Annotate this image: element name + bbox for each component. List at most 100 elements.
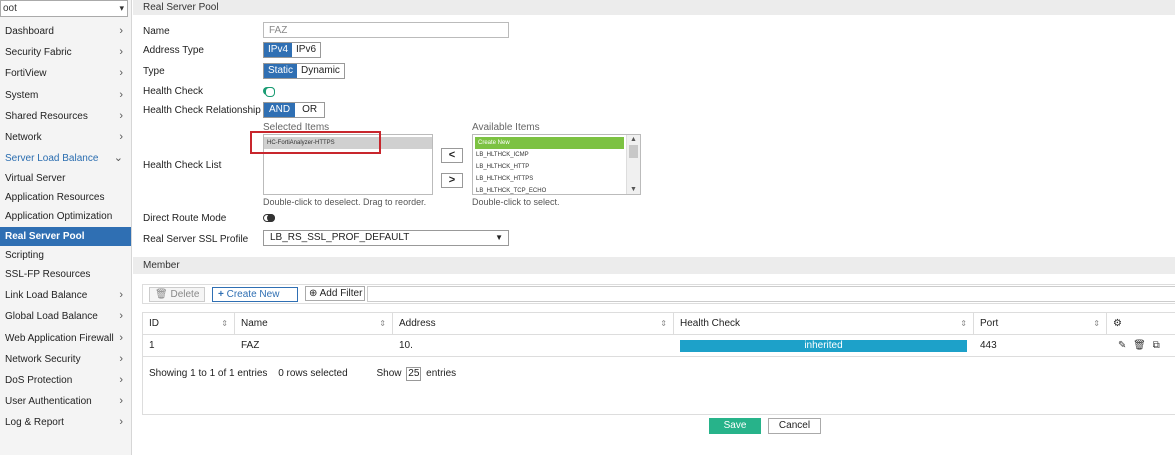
table-header: ID ⇕ Name ⇕ Address ⇕ Health Check ⇕ Port ⇕ ⚙ [143, 313, 1175, 335]
sidebar-item-network[interactable]: Network › [0, 127, 131, 148]
sidebar-item-label: DoS Protection [5, 375, 73, 386]
hc-relationship-or[interactable]: OR [295, 103, 324, 117]
cancel-button[interactable]: Cancel [768, 418, 821, 434]
delete-label: Delete [170, 289, 200, 300]
col-health-check-label: Health Check [680, 318, 741, 329]
sidebar-item-system[interactable]: System › [0, 85, 131, 106]
col-address-label: Address [399, 318, 436, 329]
add-filter-label: Add Filter [319, 288, 363, 299]
sidebar-item-real-server-pool[interactable]: Real Server Pool [0, 227, 131, 246]
scroll-up-icon[interactable]: ▲ [627, 135, 640, 144]
hc-relationship-and[interactable]: AND [264, 103, 296, 117]
sidebar-item-label: Network Security [5, 354, 81, 365]
name-label: Name [143, 26, 170, 37]
sidebar-item-label: Network [5, 132, 42, 143]
list-item[interactable]: Create New [475, 137, 624, 149]
list-item[interactable]: LB_HLTHCK_HTTPS [473, 173, 626, 185]
available-items-label: Available Items [472, 122, 540, 133]
save-button[interactable]: Save [709, 418, 761, 434]
sidebar-item-web-application-firewall[interactable]: Web Application Firewall › [0, 328, 131, 349]
sidebar-item-application-resources[interactable]: Application Resources [0, 188, 131, 207]
add-filter-button[interactable]: ⊕ Add Filter [305, 286, 365, 301]
scrollbar[interactable]: ▲ ▼ [626, 135, 640, 194]
col-address[interactable]: Address ⇕ [393, 313, 674, 335]
sidebar-item-global-load-balance[interactable]: Global Load Balance › [0, 306, 131, 327]
type-dynamic[interactable]: Dynamic [297, 64, 344, 78]
col-settings[interactable]: ⚙ [1107, 313, 1175, 335]
create-new-button[interactable]: + Create New [212, 287, 298, 302]
main-panel: Real Server Pool Name Address Type IPv4 … [133, 0, 1175, 455]
sidebar-nav: oot ▾ Dashboard › Security Fabric › FortiVie… [0, 0, 132, 455]
available-items-list[interactable]: Create New LB_HLTHCK_ICMP LB_HLTHCK_HTTP… [472, 134, 641, 195]
member-table: ID ⇕ Name ⇕ Address ⇕ Health Check ⇕ Port ⇕ ⚙… [142, 312, 1175, 415]
sidebar-item-link-load-balance[interactable]: Link Load Balance › [0, 285, 131, 306]
ssl-profile-value: LB_RS_SSL_PROF_DEFAULT [270, 232, 410, 243]
sidebar-item-fortiview[interactable]: FortiView › [0, 63, 131, 84]
delete-button[interactable]: 🗑 Delete [149, 287, 206, 302]
edit-icon[interactable]: ✎ [1118, 340, 1126, 351]
chevron-right-icon: › [119, 89, 123, 101]
sidebar-item-security-fabric[interactable]: Security Fabric › [0, 42, 131, 63]
move-right-button[interactable]: > [441, 173, 463, 188]
chevron-right-icon: › [119, 332, 123, 344]
sidebar-item-label: Dashboard [5, 26, 54, 37]
scroll-down-icon[interactable]: ▼ [627, 185, 640, 194]
sidebar-item-label: FortiView [5, 68, 47, 79]
rows-selected: 0 rows selected [278, 368, 348, 379]
scrollbar-thumb[interactable] [629, 145, 638, 158]
plus-icon: + [218, 289, 224, 300]
col-health-check[interactable]: Health Check ⇕ [674, 313, 974, 335]
address-type-toggle[interactable]: IPv4 IPv6 [263, 42, 322, 58]
direct-route-toggle[interactable] [263, 214, 275, 222]
cell-address: 10. [399, 340, 413, 351]
address-type-ipv6[interactable]: IPv6 [292, 43, 320, 57]
trash-icon[interactable]: 🗑 [1133, 340, 1146, 351]
show-label: Show [376, 368, 402, 379]
type-toggle[interactable]: Static Dynamic [263, 63, 345, 79]
move-left-button[interactable]: < [441, 148, 463, 163]
sidebar-item-application-optimization[interactable]: Application Optimization [0, 207, 131, 226]
sidebar-item-ssl-fp-resources[interactable]: SSL-FP Resources [0, 265, 131, 284]
address-type-ipv4[interactable]: IPv4 [264, 43, 293, 57]
chevron-right-icon: › [119, 374, 123, 386]
sidebar-item-network-security[interactable]: Network Security › [0, 349, 131, 370]
chevron-down-icon: ▼ [495, 233, 503, 242]
sidebar-item-shared-resources[interactable]: Shared Resources › [0, 106, 131, 127]
col-port[interactable]: Port ⇕ [974, 313, 1107, 335]
sidebar-item-scripting[interactable]: Scripting [0, 246, 131, 265]
list-item[interactable]: LB_HLTHCK_ICMP [473, 149, 626, 161]
sidebar-item-dashboard[interactable]: Dashboard › [0, 21, 131, 42]
sidebar-item-label: User Authentication [5, 396, 92, 407]
sidebar-item-label: Application Optimization [5, 211, 113, 222]
sidebar-item-label: Scripting [5, 250, 44, 261]
hc-list-label: Health Check List [143, 160, 222, 171]
page-size-select[interactable]: 25 [406, 367, 422, 381]
table-row[interactable]: 1 FAZ 10. inherited 443 ✎ 🗑 ⧉ [143, 335, 1175, 357]
address-type-label: Address Type [143, 45, 204, 56]
create-new-label: Create New [226, 289, 280, 300]
type-label: Type [143, 66, 165, 77]
chevron-right-icon: › [119, 289, 123, 301]
sidebar-item-log-report[interactable]: Log & Report › [0, 412, 131, 433]
list-item[interactable]: LB_HLTHCK_HTTP [473, 161, 626, 173]
list-item[interactable]: LB_HLTHCK_TCP_ECHO [473, 185, 626, 194]
chevron-right-icon: › [119, 46, 123, 58]
filter-input[interactable] [367, 286, 1175, 302]
sidebar-item-server-load-balance[interactable]: Server Load Balance ⌄ [0, 148, 131, 169]
gear-icon[interactable]: ⚙ [1113, 318, 1122, 329]
sidebar-item-user-authentication[interactable]: User Authentication › [0, 391, 131, 412]
health-check-label: Health Check [143, 86, 204, 97]
ssl-profile-select[interactable]: LB_RS_SSL_PROF_DEFAULT ▼ [263, 230, 509, 246]
health-check-toggle[interactable] [263, 87, 275, 97]
col-name[interactable]: Name ⇕ [235, 313, 393, 335]
chevron-down-icon: ⌄ [113, 152, 123, 164]
type-static[interactable]: Static [264, 64, 298, 78]
sidebar-item-label: System [5, 90, 39, 101]
sidebar-item-virtual-server[interactable]: Virtual Server [0, 169, 131, 188]
vdom-select[interactable]: oot ▾ [0, 0, 128, 17]
hc-relationship-toggle[interactable]: AND OR [263, 102, 326, 118]
sidebar-item-dos-protection[interactable]: DoS Protection › [0, 370, 131, 391]
clone-icon[interactable]: ⧉ [1153, 340, 1160, 351]
col-id[interactable]: ID ⇕ [143, 313, 235, 335]
name-field[interactable] [263, 22, 509, 38]
